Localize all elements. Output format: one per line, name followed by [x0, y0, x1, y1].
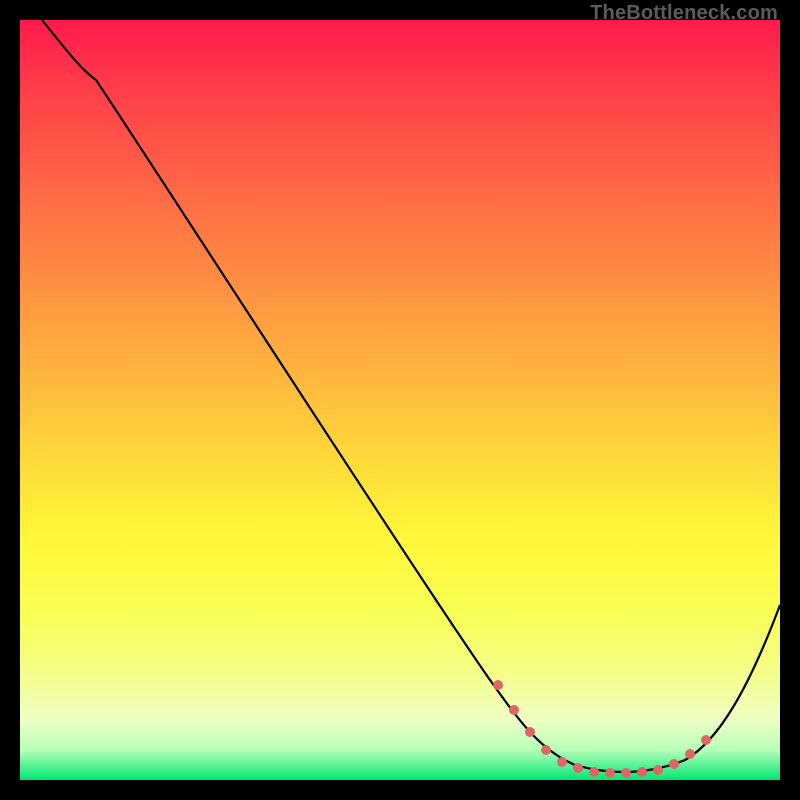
- marker-dot: [509, 705, 519, 715]
- curve-svg: [20, 20, 780, 780]
- marker-dot: [605, 768, 615, 778]
- marker-dot: [637, 767, 647, 777]
- marker-dot: [621, 768, 631, 778]
- marker-dot: [653, 765, 663, 775]
- marker-dot: [493, 680, 503, 690]
- marker-dot: [701, 735, 711, 745]
- marker-dot: [557, 757, 567, 767]
- marker-dot: [573, 763, 583, 773]
- marker-dot: [669, 759, 679, 769]
- marker-dot: [525, 727, 535, 737]
- chart-stage: TheBottleneck.com: [0, 0, 800, 800]
- marker-dot: [589, 767, 599, 777]
- marker-dot: [541, 745, 551, 755]
- marker-dot: [685, 749, 695, 759]
- plot-area: [20, 20, 780, 780]
- bottleneck-curve: [42, 20, 780, 772]
- watermark-text: TheBottleneck.com: [590, 2, 778, 25]
